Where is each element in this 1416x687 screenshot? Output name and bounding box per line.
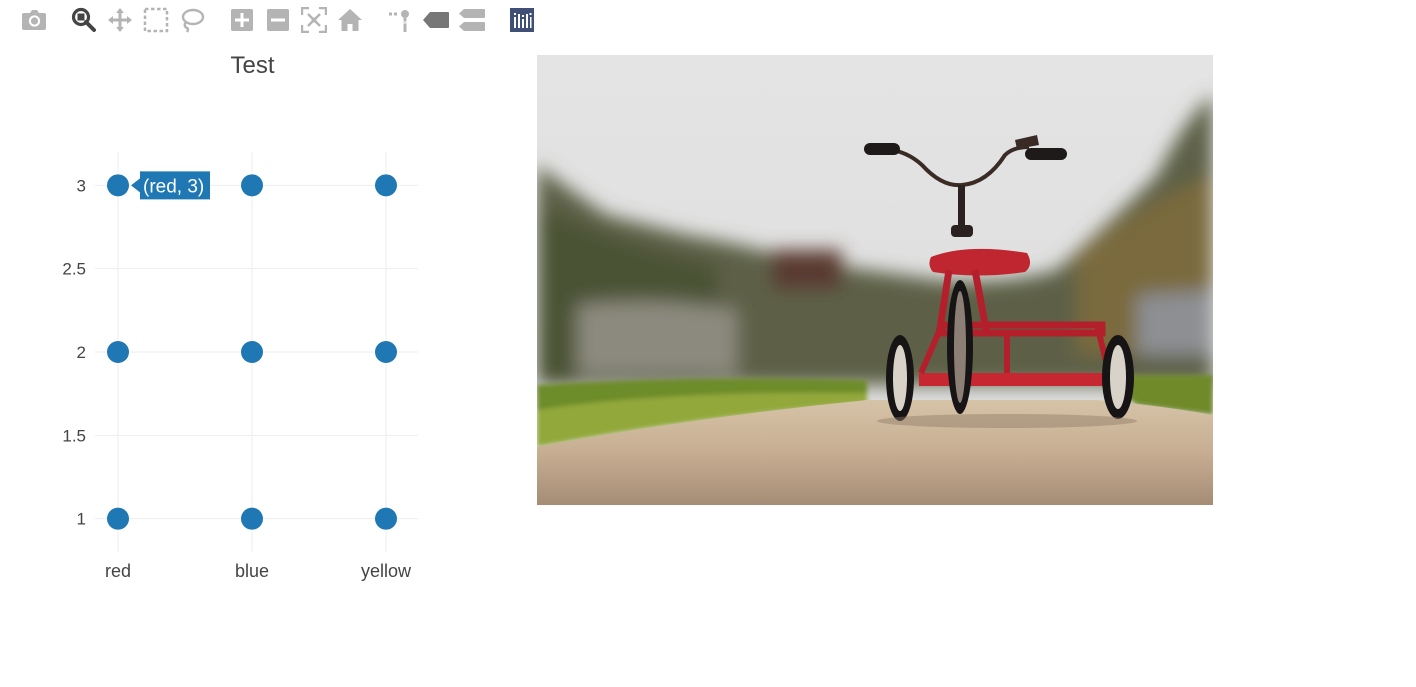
data-point[interactable] <box>241 341 263 363</box>
scatter-plot[interactable]: Test 1 1.5 2 2.5 3 red blue yellow (red, 3) <box>0 40 500 600</box>
y-tick-label: 2.5 <box>62 260 86 279</box>
data-point[interactable] <box>107 341 129 363</box>
data-point[interactable] <box>107 507 129 530</box>
pan-icon[interactable] <box>106 6 134 34</box>
page: Test 1 1.5 2 2.5 3 red blue yellow (red, 3) <box>0 0 1416 687</box>
data-point[interactable] <box>375 341 397 363</box>
data-point[interactable] <box>375 174 397 197</box>
x-tick-label: blue <box>235 561 269 581</box>
data-point[interactable] <box>107 174 129 197</box>
data-point[interactable] <box>241 174 263 197</box>
y-tick-label: 3 <box>77 176 86 195</box>
tricycle-photo <box>537 55 1213 505</box>
y-tick-label: 2 <box>77 343 86 362</box>
camera-icon[interactable] <box>20 6 48 34</box>
y-tick-label: 1.5 <box>62 426 86 445</box>
zoom-icon[interactable] <box>70 6 98 34</box>
hover-label-text: (red, 3) <box>143 176 204 197</box>
y-tick-label: 1 <box>77 510 86 529</box>
spike-lines-icon[interactable] <box>386 6 414 34</box>
plot-area[interactable]: 1 1.5 2 2.5 3 red blue yellow (red, 3) <box>0 40 500 600</box>
reset-axes-icon[interactable] <box>336 6 364 34</box>
data-point[interactable] <box>241 507 263 530</box>
modebar <box>20 6 544 34</box>
lasso-select-icon[interactable] <box>178 6 206 34</box>
zoom-out-icon[interactable] <box>264 6 292 34</box>
x-tick-label: red <box>105 561 131 581</box>
zoom-in-icon[interactable] <box>228 6 256 34</box>
autoscale-icon[interactable] <box>300 6 328 34</box>
box-select-icon[interactable] <box>142 6 170 34</box>
x-tick-label: yellow <box>361 561 412 581</box>
hover-closest-icon[interactable] <box>422 6 450 34</box>
plotly-logo-icon[interactable] <box>508 6 536 34</box>
hover-compare-icon[interactable] <box>458 6 486 34</box>
data-point[interactable] <box>375 507 397 530</box>
